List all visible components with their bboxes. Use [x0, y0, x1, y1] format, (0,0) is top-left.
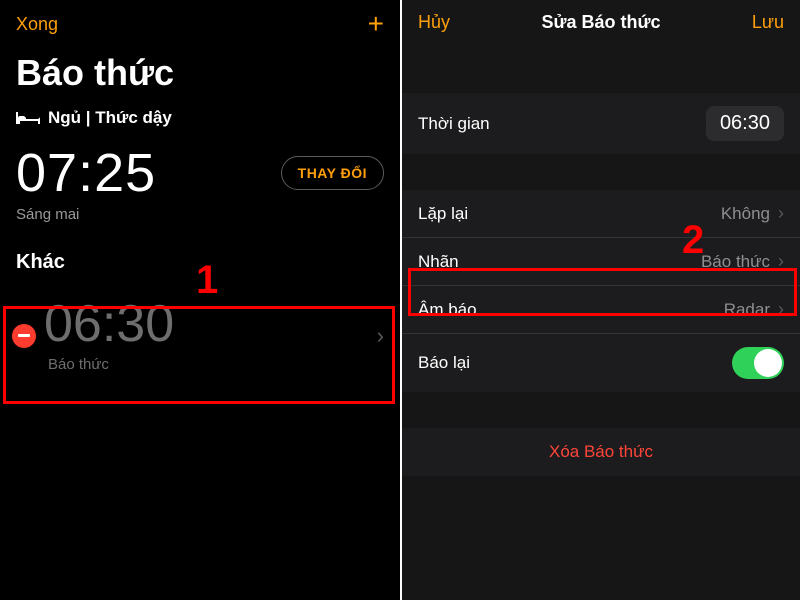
time-group: Thời gian 06:30 — [402, 93, 800, 154]
edit-title: Sửa Báo thức — [402, 12, 800, 33]
repeat-label: Lặp lại — [418, 204, 468, 224]
chevron-right-icon: › — [778, 299, 784, 320]
snooze-cell: Báo lại — [402, 334, 800, 392]
chevron-right-icon: › — [778, 251, 784, 272]
nav-bar-left: Xong + — [0, 0, 400, 44]
label-cell[interactable]: Nhãn Báo thức › — [402, 238, 800, 286]
sound-cell[interactable]: Âm báo Radar › — [402, 286, 800, 334]
repeat-cell[interactable]: Lặp lại Không › — [402, 190, 800, 238]
cancel-button[interactable]: Hủy — [418, 12, 450, 33]
repeat-value: Không — [721, 204, 770, 224]
wake-row: 07:25 THAY ĐỔI — [0, 138, 400, 204]
time-value[interactable]: 06:30 — [706, 106, 784, 141]
sound-value: Radar — [724, 300, 770, 320]
alarm-row[interactable]: 06:30 Báo thức › — [0, 286, 400, 391]
wake-subtitle: Sáng mai — [0, 204, 400, 245]
alarm-label: Báo thức — [48, 356, 377, 373]
snooze-label: Báo lại — [418, 353, 470, 373]
delete-alarm-button[interactable]: Xóa Báo thức — [402, 428, 800, 476]
alarm-body[interactable]: 06:30 Báo thức — [44, 298, 377, 373]
nav-bar-right: Hủy Sửa Báo thức Lưu — [402, 0, 800, 47]
label-label: Nhãn — [418, 252, 459, 272]
toggle-knob — [754, 349, 782, 377]
time-label: Thời gian — [418, 114, 490, 134]
label-value: Báo thức — [701, 252, 770, 272]
time-cell[interactable]: Thời gian 06:30 — [402, 93, 800, 154]
chevron-right-icon: › — [778, 203, 784, 224]
edit-alarm-screen: Hủy Sửa Báo thức Lưu Thời gian 06:30 Lặp… — [400, 0, 800, 600]
wake-time: 07:25 — [16, 142, 156, 204]
delete-row-button[interactable] — [12, 324, 36, 348]
sound-label: Âm báo — [418, 300, 477, 320]
alarm-list-screen: Xong + Báo thức Ngủ | Thức dậy 07:25 THA… — [0, 0, 400, 600]
done-button[interactable]: Xong — [16, 14, 58, 35]
chevron-right-icon: › — [377, 323, 384, 349]
change-button[interactable]: THAY ĐỔI — [281, 156, 384, 190]
other-section-header: Khác — [0, 245, 400, 286]
snooze-toggle[interactable] — [732, 347, 784, 379]
alarm-time: 06:30 — [44, 298, 377, 350]
sleep-label: Ngủ | Thức dậy — [48, 108, 172, 128]
save-button[interactable]: Lưu — [752, 12, 784, 33]
other-label: Khác — [16, 251, 65, 274]
bed-icon — [16, 109, 40, 127]
add-alarm-button[interactable]: + — [368, 10, 384, 38]
page-title: Báo thức — [0, 44, 400, 108]
options-group: Lặp lại Không › Nhãn Báo thức › Âm báo R… — [402, 190, 800, 392]
sleep-section-header: Ngủ | Thức dậy — [0, 108, 400, 138]
minus-icon — [18, 334, 30, 337]
